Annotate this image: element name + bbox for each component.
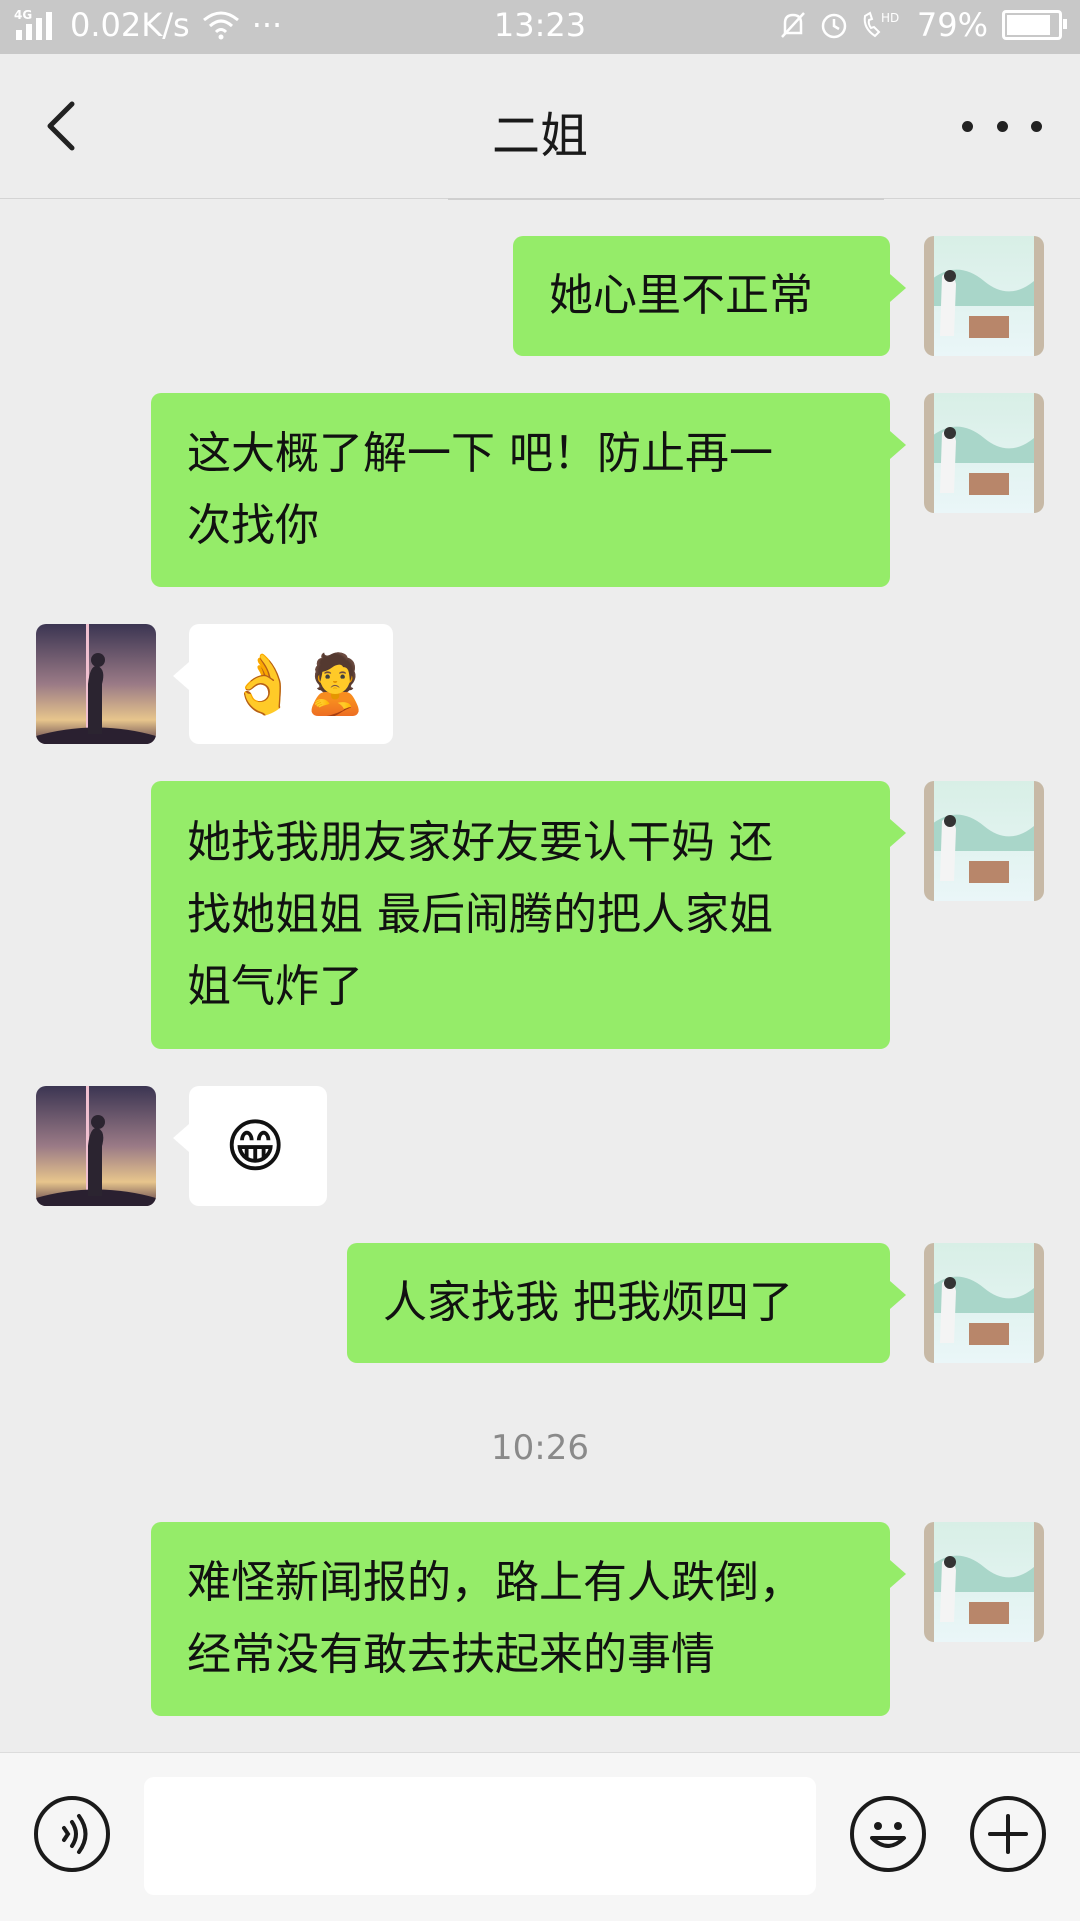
message-bubble[interactable]: 👌🙎: [173, 624, 393, 744]
emoji-content: 😁: [225, 1112, 286, 1180]
svg-text:HD: HD: [881, 11, 899, 25]
message-bubble[interactable]: 😁: [173, 1086, 327, 1206]
avatar-contact[interactable]: [36, 624, 156, 744]
message-text: 她心里不正常: [549, 270, 813, 321]
mute-bell-icon: [780, 12, 805, 38]
avatar-self[interactable]: [924, 393, 1044, 513]
message-bubble[interactable]: 这大概了解一下 吧！防止再一 次找你: [151, 393, 906, 587]
message-timestamp: 10:26: [491, 1428, 589, 1468]
message-bubble[interactable]: 难怪新闻报的，路上有人跌倒， 经常没有敢去扶起来的事情: [151, 1522, 906, 1716]
message-text: 人家找我 把我烦四了: [383, 1277, 793, 1328]
input-bar: [0, 1752, 1080, 1921]
chat-title: 二姐: [491, 108, 588, 164]
message-bubble[interactable]: 她心里不正常: [513, 236, 906, 356]
message-line: 次找你: [187, 500, 319, 551]
battery-percent: 79%: [916, 6, 988, 44]
battery-icon: [1002, 10, 1067, 40]
divider: [448, 198, 884, 200]
message-line: 这大概了解一下 吧！防止再一: [187, 428, 773, 479]
message-bubble[interactable]: 她找我朋友家好友要认干妈 还 找她姐姐 最后闹腾的把人家姐 姐气炸了: [151, 781, 906, 1049]
avatar-contact[interactable]: [36, 1086, 156, 1206]
avatar-self[interactable]: [924, 1243, 1044, 1363]
smiley-icon[interactable]: [850, 1796, 926, 1872]
message-line: 姐气炸了: [187, 961, 363, 1012]
plus-icon[interactable]: [970, 1796, 1046, 1872]
voice-icon[interactable]: [34, 1796, 110, 1872]
message-line: 她找我朋友家好友要认干妈 还: [187, 817, 773, 868]
message-line: 找她姐姐 最后闹腾的把人家姐: [187, 889, 773, 940]
chat-header: 二姐: [0, 54, 1080, 199]
alarm-icon: [821, 13, 847, 39]
message-bubble[interactable]: 人家找我 把我烦四了: [347, 1243, 906, 1363]
message-input[interactable]: [144, 1777, 816, 1895]
avatar-self[interactable]: [924, 236, 1044, 356]
message-line: 经常没有敢去扶起来的事情: [187, 1629, 715, 1680]
avatar-self[interactable]: [924, 781, 1044, 901]
hd-call-icon: HD: [863, 11, 899, 38]
status-bar: 4G 0.02K/s ··· 13:23 HD 79%: [0, 0, 1080, 54]
emoji-content: 👌🙎: [227, 650, 372, 718]
more-icon[interactable]: [962, 94, 1042, 158]
message-line: 难怪新闻报的，路上有人跌倒，: [187, 1557, 803, 1608]
avatar-self[interactable]: [924, 1522, 1044, 1642]
